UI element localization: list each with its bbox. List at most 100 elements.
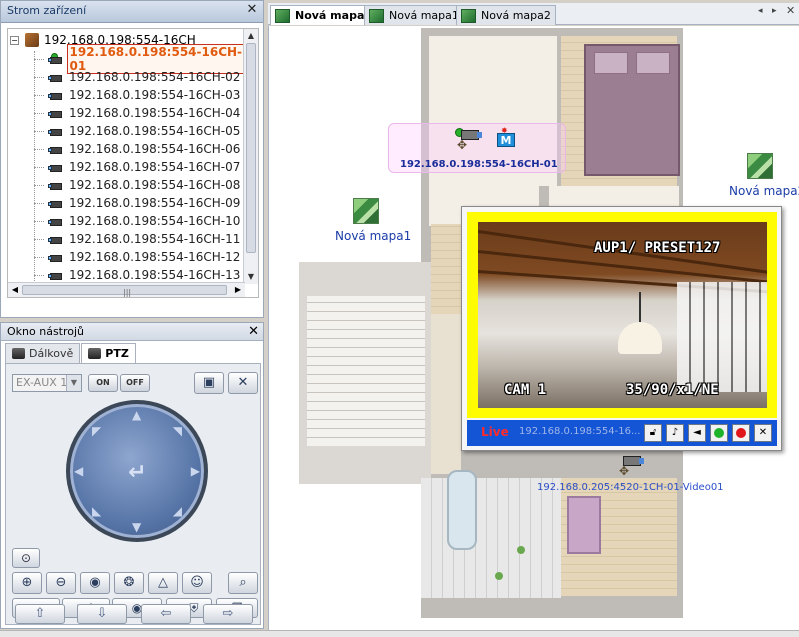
speaker-icon[interactable]: ◄ <box>688 424 706 442</box>
chevron-down-icon[interactable]: ▼ <box>66 375 81 391</box>
tree-camera-label: 192.168.0.198:554-16CH-06 <box>69 142 241 156</box>
arrow-left-icon[interactable]: ◀ <box>74 464 83 478</box>
tree-camera-item[interactable]: 192.168.0.198:554-16CH-07 <box>34 158 242 176</box>
tree-camera-item[interactable]: 192.168.0.198:554-16CH-02 <box>34 68 242 86</box>
live-video[interactable]: AUP1/ PRESET127 CAM 1 35/90/x1/NE <box>478 222 767 408</box>
auto-tracking-button[interactable]: ☺ <box>182 572 212 594</box>
device-tree[interactable]: − 192.168.0.198:554-16CH 192.168.0.198:5… <box>7 28 259 298</box>
tree-camera-item[interactable]: 192.168.0.198:554-16CH-08 <box>34 176 242 194</box>
arrow-up-button[interactable]: ⇧ <box>15 604 65 624</box>
focus-near-button[interactable]: ◉ <box>80 572 110 594</box>
close-icon[interactable]: ✕ <box>245 3 259 17</box>
map-canvas[interactable]: Nová mapa1 Nová mapa2 ✥ ✸ M 192.168.0.19… <box>268 26 799 630</box>
tab-map2[interactable]: Nová mapa2 <box>456 5 556 25</box>
osd-ptz-position: 35/90/x1/NE <box>626 382 719 398</box>
arrow-down-icon[interactable]: ▼ <box>132 520 141 534</box>
scroll-left-icon[interactable]: ◀ <box>8 283 22 297</box>
camera-icon[interactable]: ✥ <box>617 454 644 478</box>
camera-icon[interactable]: ✥ <box>455 128 482 152</box>
arrow-right-icon[interactable]: ▶ <box>191 464 200 478</box>
scroll-right-icon[interactable]: ▶ <box>231 283 245 297</box>
arrow-left-button[interactable]: ⇦ <box>141 604 191 624</box>
tree-camera-label: 192.168.0.198:554-16CH-08 <box>69 178 241 192</box>
zoom-out-button[interactable]: ⊖ <box>46 572 76 594</box>
tree-camera-label: 192.168.0.198:554-16CH-10 <box>69 214 241 228</box>
tab-scroll-left-icon[interactable]: ◂ <box>758 6 763 16</box>
close-icon[interactable]: ✕ <box>754 424 772 442</box>
lock-icon[interactable]: 🔓︎ <box>644 424 662 442</box>
tree-camera-label: 192.168.0.198:554-16CH-05 <box>69 124 241 138</box>
close-icon[interactable]: ✕ <box>786 4 795 17</box>
tab-ptz[interactable]: PTZ <box>81 343 136 363</box>
arrow-down-left-icon[interactable]: ◣ <box>92 504 101 518</box>
focus-far-button[interactable]: ❂ <box>114 572 144 594</box>
iris-button[interactable]: △ <box>148 572 178 594</box>
preview-button[interactable]: ⌕ <box>228 572 258 594</box>
record-icon[interactable] <box>732 424 750 442</box>
arrow-down-right-icon[interactable]: ◢ <box>173 504 182 518</box>
connect-green-icon[interactable] <box>710 424 728 442</box>
tab-scroll-right-icon[interactable]: ▸ <box>772 6 777 16</box>
tree-camera-item[interactable]: 192.168.0.198:554-16CH-12 <box>34 248 242 266</box>
camera-icon <box>48 107 63 120</box>
arrow-down-button[interactable]: ⇩ <box>77 604 127 624</box>
tools-title: Okno nástrojů ✕ <box>1 323 263 341</box>
live-label: Live <box>481 425 509 439</box>
zoom-lens-button[interactable]: ⊙ <box>12 548 40 568</box>
ptz-close-button[interactable]: ✕ <box>228 372 258 394</box>
map-link-node[interactable] <box>747 153 773 179</box>
camera-icon <box>48 179 63 192</box>
scroll-down-icon[interactable]: ▼ <box>244 270 258 284</box>
close-icon[interactable]: ✕ <box>248 324 259 339</box>
tab-map2-label: Nová mapa2 <box>481 9 551 22</box>
return-home-icon[interactable]: ↵ <box>128 460 146 485</box>
tab-map[interactable]: Nová mapa <box>270 5 370 25</box>
map-icon <box>275 8 290 23</box>
scrollbar-thumb[interactable]: ||| <box>22 285 227 297</box>
scrollbar-thumb[interactable] <box>246 43 256 253</box>
person-icon: ☺ <box>190 575 204 590</box>
tree-vertical-scrollbar[interactable]: ▲ ▼ <box>243 29 258 284</box>
collapse-icon[interactable]: − <box>10 35 19 45</box>
arrow-right-icon: ⇨ <box>222 606 234 621</box>
tree-camera-item[interactable]: 192.168.0.198:554-16CH-01 <box>34 44 258 74</box>
aux-select[interactable]: EX-AUX 1 ▼ <box>12 374 82 392</box>
arrow-up-right-icon[interactable]: ◥ <box>173 424 182 438</box>
zoom-in-button[interactable]: ⊕ <box>12 572 42 594</box>
tree-camera-item[interactable]: 192.168.0.198:554-16CH-10 <box>34 212 242 230</box>
arrow-up-icon[interactable]: ▲ <box>132 408 141 422</box>
tree-camera-item[interactable]: 192.168.0.198:554-16CH-06 <box>34 140 242 158</box>
camera-icon <box>48 215 63 228</box>
aux-on-button[interactable]: ON <box>88 374 118 392</box>
scroll-up-icon[interactable]: ▲ <box>244 29 258 43</box>
tree-camera-label: 192.168.0.198:554-16CH-02 <box>69 70 241 84</box>
ptz-settings-button[interactable]: ▣ <box>194 372 224 394</box>
arrow-up-left-icon[interactable]: ◤ <box>92 424 101 438</box>
arrow-right-button[interactable]: ⇨ <box>203 604 253 624</box>
tree-camera-item[interactable]: 192.168.0.198:554-16CH-03 <box>34 86 242 104</box>
aux-off-button[interactable]: OFF <box>120 374 150 392</box>
tools-tabs: Dálkově PTZ <box>5 343 137 363</box>
tree-camera-item[interactable]: 192.168.0.198:554-16CH-04 <box>34 104 242 122</box>
microphone-icon[interactable]: ♪ <box>666 424 684 442</box>
ptz-direction-dial[interactable]: ▲ ▼ ◀ ▶ ◤ ◥ ◣ ◢ ↵ <box>66 400 208 542</box>
device-tree-title-text: Strom zařízení <box>7 4 87 17</box>
camera2-label: 192.168.0.205:4520-1CH-01-Video01 <box>537 482 724 493</box>
iris-icon: △ <box>158 575 168 590</box>
tree-horizontal-scrollbar[interactable]: ◀ ||| ▶ <box>8 282 245 297</box>
tab-map1-label: Nová mapa1 <box>389 9 459 22</box>
map-link-left[interactable]: Nová mapa1 <box>335 229 411 243</box>
map-link-right[interactable]: Nová mapa2 <box>729 184 799 198</box>
map-link-icon[interactable] <box>353 198 379 224</box>
video-popup[interactable]: AUP1/ PRESET127 CAM 1 35/90/x1/NE Live 1… <box>461 206 782 451</box>
tree-camera-item[interactable]: 192.168.0.198:554-16CH-11 <box>34 230 242 248</box>
map-link-node[interactable] <box>353 198 379 224</box>
tab-map1[interactable]: Nová mapa1 <box>364 5 464 25</box>
map-link-icon[interactable] <box>747 153 773 179</box>
tree-camera-item[interactable]: 192.168.0.198:554-16CH-05 <box>34 122 242 140</box>
tree-camera-label: 192.168.0.198:554-16CH-09 <box>69 196 241 210</box>
tree-camera-item[interactable]: 192.168.0.198:554-16CH-09 <box>34 194 242 212</box>
window-config-icon: ▣ <box>202 375 216 390</box>
tab-remote[interactable]: Dálkově <box>5 343 81 363</box>
tab-remote-label: Dálkově <box>29 347 74 360</box>
